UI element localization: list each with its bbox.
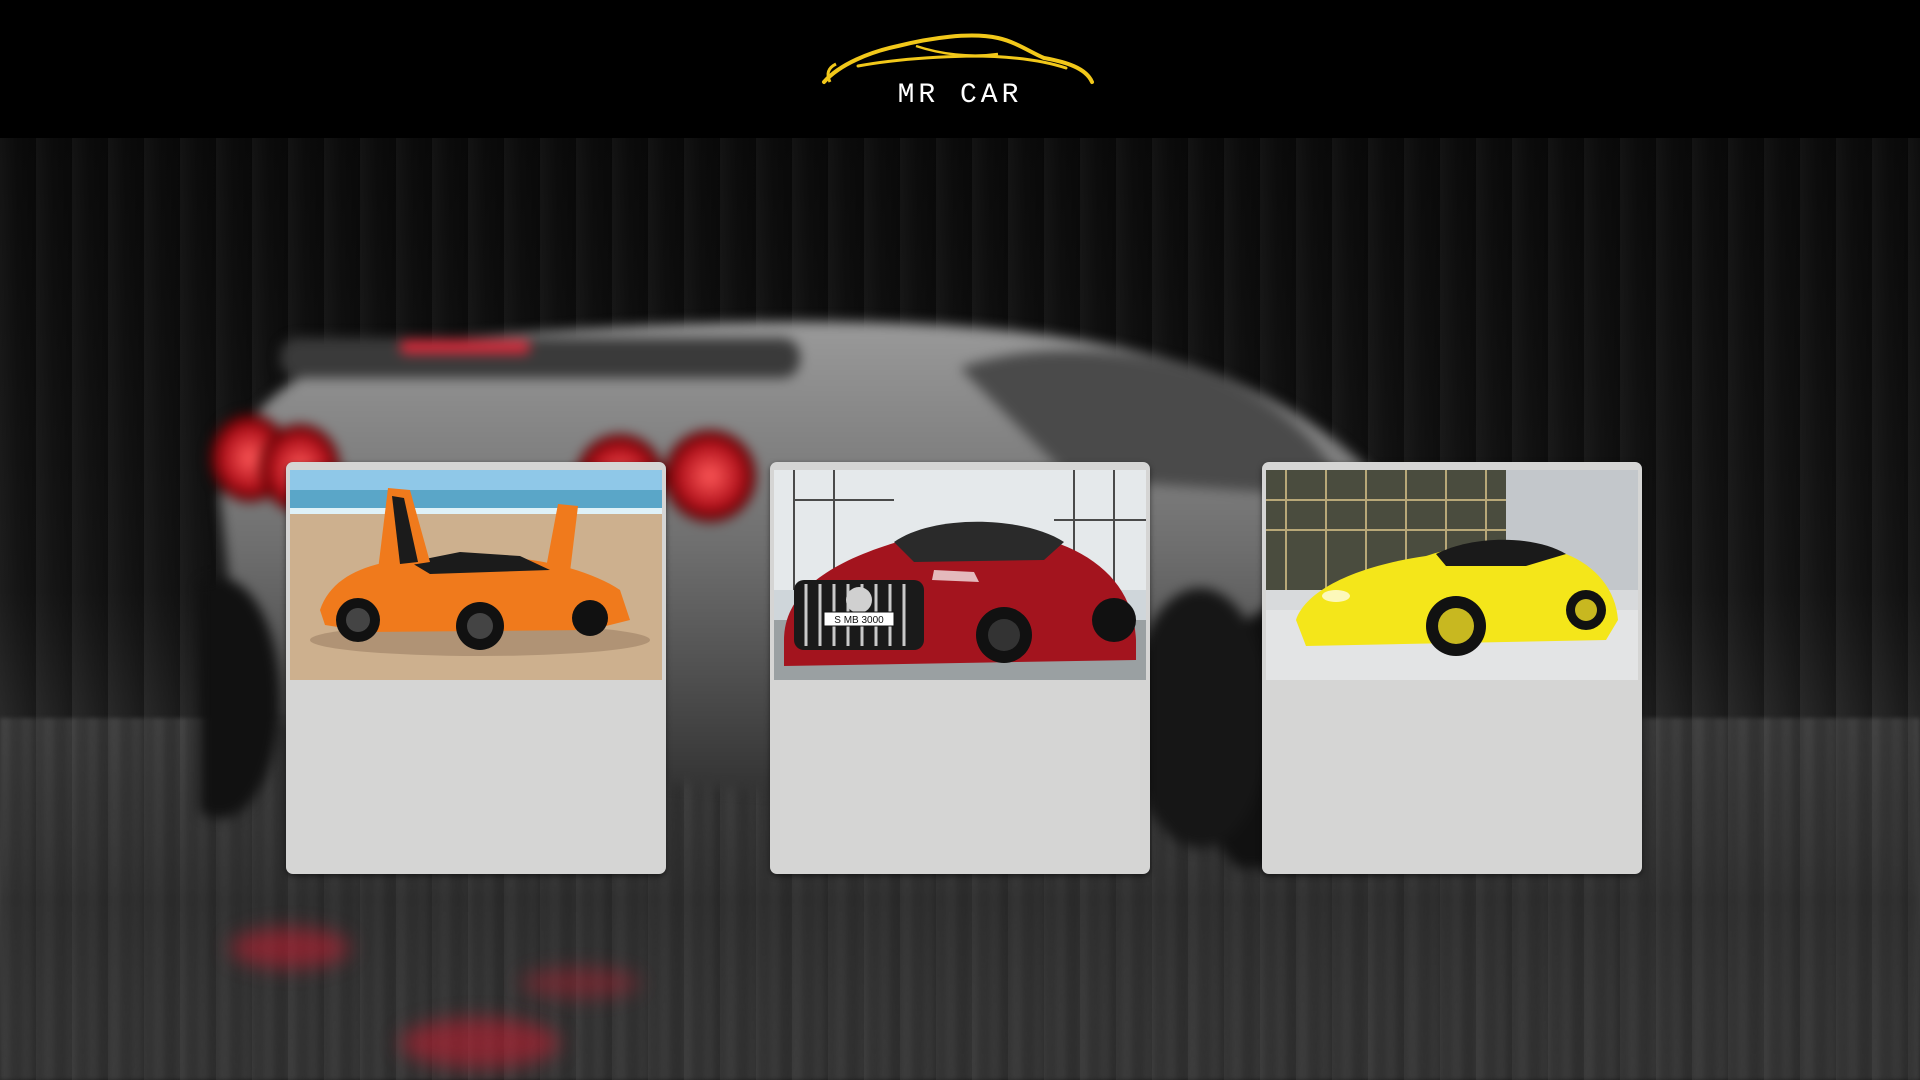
card-image[interactable] <box>1266 470 1638 680</box>
car-card[interactable]: S MB 3000 <box>770 462 1150 874</box>
logo-text: MR CAR <box>897 80 1023 111</box>
license-plate: S MB 3000 <box>834 615 884 626</box>
orange-supercar-on-beach-image <box>290 470 662 680</box>
card-image[interactable] <box>290 470 662 680</box>
page: MR CAR S MB 3000 <box>0 0 1920 1080</box>
site-header: MR CAR <box>0 0 1920 138</box>
yellow-coupe-image <box>1266 470 1638 680</box>
red-sedan-front-image: S MB 3000 <box>774 470 1146 680</box>
car-card[interactable] <box>286 462 666 874</box>
logo[interactable]: MR CAR <box>820 24 1100 124</box>
car-card[interactable] <box>1262 462 1642 874</box>
card-image[interactable]: S MB 3000 <box>774 470 1146 680</box>
